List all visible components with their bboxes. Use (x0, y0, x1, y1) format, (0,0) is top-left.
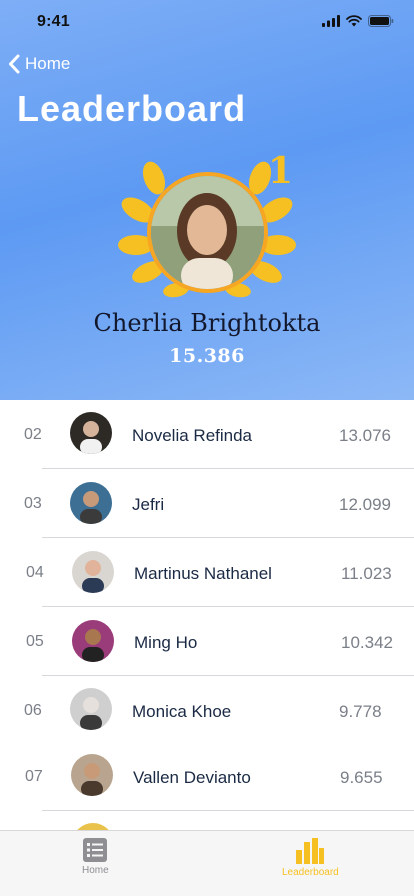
avatar (70, 688, 112, 730)
player-name: Vallen Devianto (133, 768, 251, 787)
leaderboard-hero: 9:41 Home Leaderboard 1 Cherlia Brightok… (0, 0, 414, 400)
signal-icon (322, 15, 340, 27)
avatar (72, 620, 114, 662)
avatar (70, 412, 112, 454)
player-score: 12.099 (339, 495, 391, 514)
player-name: Monica Khoe (132, 702, 232, 721)
list-item[interactable]: 07 Vallen Devianto 9.655 (0, 745, 414, 814)
status-bar: 9:41 (0, 0, 414, 44)
player-score: 11.023 (341, 564, 392, 583)
status-icons (322, 15, 394, 27)
bar-chart-icon (296, 838, 325, 864)
player-name: Ming Ho (134, 633, 198, 652)
list-item[interactable]: 04 Martinus Nathanel 11.023 (0, 538, 414, 607)
player-score: 9.655 (340, 768, 383, 787)
back-button-label: Home (25, 54, 71, 73)
list-item[interactable]: 03 Jefri 12.099 (0, 469, 414, 538)
player-name: Novelia Refinda (132, 426, 253, 445)
row-divider (42, 810, 414, 811)
back-button[interactable]: Home (8, 54, 70, 74)
player-name: Jefri (132, 495, 165, 514)
tab-leaderboard-label: Leaderboard (282, 867, 339, 878)
list-item[interactable]: 06 Monica Khoe 9.778 (0, 676, 414, 745)
tab-home[interactable]: Home (82, 838, 109, 876)
winner-avatar (147, 172, 268, 293)
wifi-icon (346, 15, 362, 27)
rank-number: 05 (26, 633, 44, 650)
winner-name: Cherlia Brightokta (93, 309, 321, 337)
avatar (72, 551, 114, 593)
status-time: 9:41 (37, 13, 70, 30)
avatar (70, 482, 112, 524)
first-place-badge: 1 (268, 150, 294, 192)
winner-score: 15.386 (169, 345, 245, 367)
tab-leaderboard[interactable]: Leaderboard (282, 838, 339, 878)
list-item[interactable]: 05 Ming Ho 10.342 (0, 607, 414, 676)
avatar (71, 754, 113, 796)
list-icon (83, 838, 108, 862)
player-name: Martinus Nathanel (134, 564, 272, 583)
player-score: 13.076 (339, 426, 391, 445)
rank-number: 02 (24, 426, 42, 443)
rank-number: 03 (24, 495, 42, 512)
tab-bar: Home Leaderboard (0, 830, 414, 896)
player-score: 10.342 (341, 633, 393, 652)
person-photo-icon (151, 176, 264, 289)
rank-number: 06 (24, 702, 42, 719)
chevron-left-icon (9, 54, 20, 74)
page-title: Leaderboard (17, 88, 247, 129)
tab-home-label: Home (82, 865, 109, 876)
battery-icon (368, 15, 394, 27)
player-score: 9.778 (339, 702, 382, 721)
list-item[interactable]: 02 Novelia Refinda 13.076 (0, 400, 414, 469)
rank-number: 04 (26, 564, 44, 581)
rank-number: 07 (25, 768, 43, 785)
